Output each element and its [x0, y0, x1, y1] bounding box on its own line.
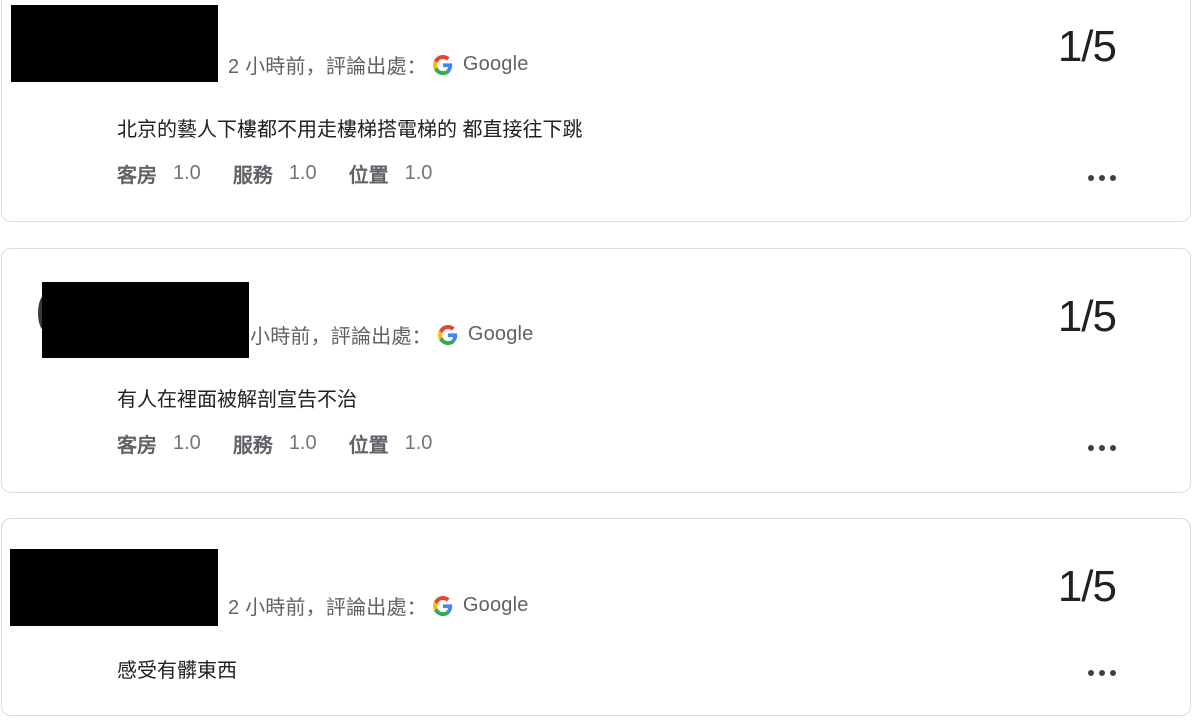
more-horiz-icon: [1088, 445, 1094, 451]
more-options-button[interactable]: [1088, 668, 1116, 678]
review-time: 小時前，評論出處：: [250, 326, 432, 348]
rating-breakdown: 客房 1.0 服務 1.0 位置 1.0: [117, 429, 464, 458]
review-text: 有人在裡面被解剖宣告不治: [117, 389, 357, 411]
more-options-button[interactable]: [1088, 173, 1116, 183]
more-horiz-icon: [1088, 175, 1094, 181]
review-source: Google: [462, 53, 529, 75]
more-options-button[interactable]: [1088, 443, 1116, 453]
review-time: 2 小時前，評論出處：: [228, 56, 427, 78]
more-horiz-icon: [1088, 670, 1094, 676]
rating-value: 1.0: [173, 162, 201, 184]
rating-value: 1.0: [288, 162, 317, 184]
review-source: Google: [467, 323, 534, 345]
review-text: 感受有髒東西: [117, 660, 237, 682]
rating-label: 客房: [117, 435, 157, 457]
google-g-icon: [432, 595, 453, 616]
review-meta: 2 小時前，評論出處： Google: [228, 591, 529, 620]
rating-label: 位置: [348, 435, 389, 457]
rating-label: 客房: [117, 165, 157, 187]
rating-value: 1.0: [173, 432, 201, 454]
review-time: 2 小時前，評論出處：: [228, 597, 427, 619]
review-score: 1/5: [1057, 562, 1117, 611]
rating-label: 位置: [348, 165, 389, 187]
redacted-author: [42, 282, 249, 358]
rating-label: 服務: [232, 435, 273, 457]
google-g-icon: [437, 324, 458, 345]
review-score: 1/5: [1057, 292, 1117, 341]
rating-label: 服務: [232, 165, 273, 187]
review-text: 北京的藝人下樓都不用走樓梯搭電梯的 都直接往下跳: [117, 119, 583, 141]
redacted-author: [10, 549, 218, 626]
redacted-author: [11, 5, 218, 82]
rating-breakdown: 客房 1.0 服務 1.0 位置 1.0: [117, 159, 464, 188]
rating-value: 1.0: [288, 432, 317, 454]
google-g-icon: [432, 54, 453, 75]
review-meta: 2 小時前，評論出處： Google: [228, 50, 529, 79]
rating-value: 1.0: [404, 162, 433, 184]
review-meta: 小時前，評論出處： Google: [250, 320, 534, 349]
review-source: Google: [462, 594, 529, 616]
rating-value: 1.0: [404, 432, 433, 454]
review-score: 1/5: [1057, 22, 1117, 71]
